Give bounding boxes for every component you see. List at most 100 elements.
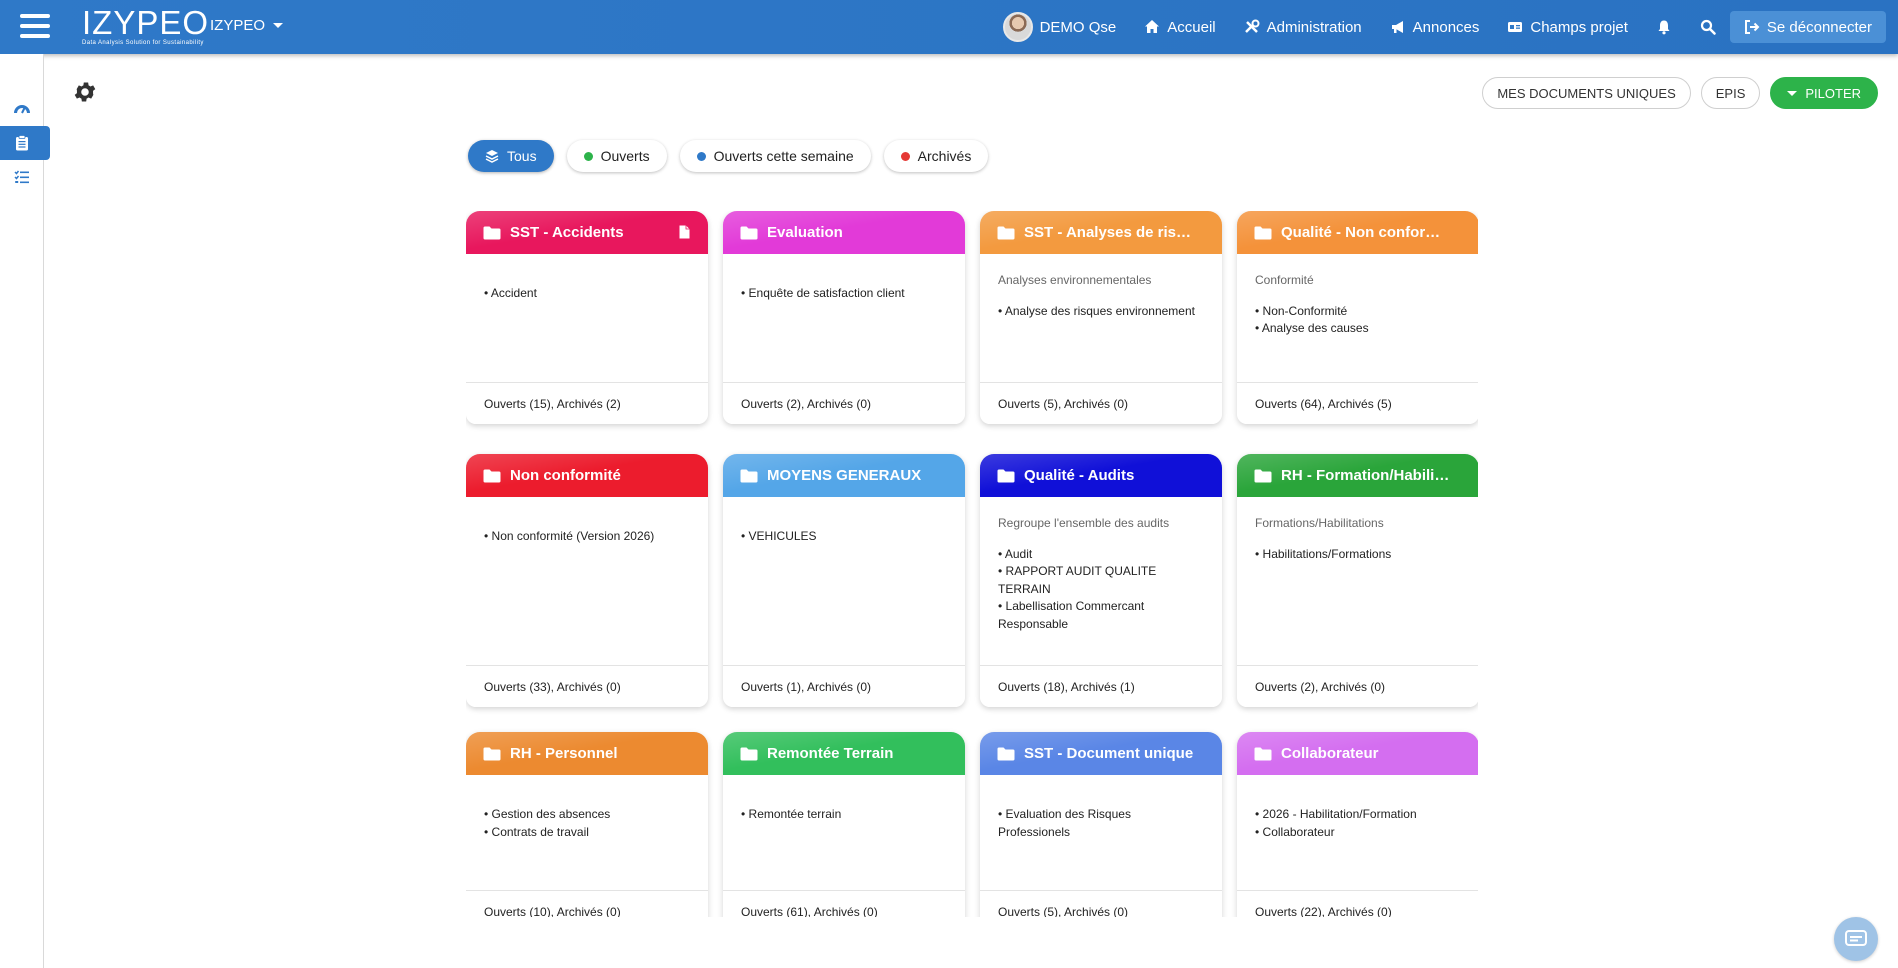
project-card-header[interactable]: RH - Personnel — [466, 732, 708, 775]
folder-icon — [1254, 747, 1272, 760]
form-item[interactable]: • Collaborateur — [1255, 824, 1461, 842]
piloter-label: PILOTER — [1805, 85, 1861, 101]
piloter-button[interactable]: PILOTER — [1770, 77, 1878, 109]
project-card[interactable]: Qualité - Non conformité Conformité • Non-… — [1237, 211, 1478, 424]
project-card-title: Qualité - Audits — [1024, 467, 1135, 484]
project-card[interactable]: Remontée Terrain • Remontée terrain Ouvert… — [723, 732, 965, 917]
filter-archives[interactable]: Archivés — [883, 140, 989, 172]
project-card-footer: Ouverts (64), Archivés (5) — [1237, 382, 1478, 424]
filter-ouverts[interactable]: Ouverts — [566, 140, 667, 172]
nav-champs-projet[interactable]: Champs projet — [1493, 0, 1642, 54]
form-item[interactable]: • Gestion des absences — [484, 806, 690, 824]
mes-documents-uniques-button[interactable]: MES DOCUMENTS UNIQUES — [1482, 77, 1691, 109]
menu-toggle-icon[interactable] — [20, 14, 50, 38]
project-card-subtitle: Regroupe l'ensemble des audits — [998, 516, 1170, 530]
filter-ouverts-cette-semaine[interactable]: Ouverts cette semaine — [679, 140, 871, 172]
chat-button[interactable] — [1834, 917, 1878, 961]
project-card-header[interactable]: Remontée Terrain — [723, 732, 965, 775]
avatar — [1002, 12, 1033, 42]
folder-icon — [997, 226, 1015, 239]
layers-icon — [485, 150, 499, 163]
sidebar-item-tasks[interactable] — [0, 160, 50, 194]
project-card-footer: Ouverts (22), Archivés (0) — [1237, 890, 1478, 917]
caret-down-icon — [1787, 90, 1798, 96]
nav-champs-projet-label: Champs projet — [1530, 18, 1628, 36]
form-item[interactable]: • Labellisation Commercant Responsable — [998, 598, 1204, 633]
project-card-title: RH - Personnel — [510, 745, 618, 762]
form-item[interactable]: • Non conformité (Version 2026) — [484, 528, 690, 546]
status-filters: Tous Ouverts Ouverts cette semaine Archi… — [468, 140, 989, 172]
form-item[interactable]: • Accident — [484, 285, 690, 303]
form-item[interactable]: • Non-Conformité — [1255, 303, 1461, 321]
sidebar-item-dashboard[interactable] — [0, 92, 50, 126]
sidebar-item-projects[interactable] — [0, 126, 50, 160]
project-card-header[interactable]: SST - Accidents — [466, 211, 708, 254]
project-card-title: Evaluation — [767, 224, 843, 241]
form-item[interactable]: • VEHICULES — [741, 528, 947, 546]
project-card[interactable]: SST - Document unique • Evaluation des Ri… — [980, 732, 1222, 917]
project-card[interactable]: SST - Accidents • Accident Ouverts (15), A… — [466, 211, 708, 424]
project-card[interactable]: Evaluation • Enquête de satisfaction clie… — [723, 211, 965, 424]
project-card[interactable]: RH - Formation/Habilitations Formations/H… — [1237, 454, 1478, 707]
file-icon[interactable] — [679, 225, 690, 243]
project-card[interactable]: Qualité - Audits Regroupe l'ensemble des … — [980, 454, 1222, 707]
project-card-title: Qualité - Non conformité — [1281, 224, 1451, 241]
org-selector[interactable]: IZYPEO — [210, 17, 284, 34]
notifications-button[interactable] — [1642, 0, 1686, 54]
project-card[interactable]: Collaborateur • 2026 - Habilitation/Forma… — [1237, 732, 1478, 917]
nav-annonces[interactable]: Annonces — [1376, 0, 1494, 54]
folder-icon — [483, 226, 501, 239]
project-card-title: Collaborateur — [1281, 745, 1379, 762]
form-item[interactable]: • Contrats de travail — [484, 824, 690, 842]
project-card-header[interactable]: Non conformité — [466, 454, 708, 497]
nav-administration[interactable]: Administration — [1230, 0, 1376, 54]
project-card-body: • Non conformité (Version 2026) — [466, 497, 708, 546]
home-icon — [1145, 20, 1160, 33]
form-item[interactable]: • 2026 - Habilitation/Formation — [1255, 806, 1461, 824]
project-card-footer: Ouverts (1), Archivés (0) — [723, 665, 965, 707]
project-card[interactable]: RH - Personnel • Gestion des absences • Co… — [466, 732, 708, 917]
nav-accueil[interactable]: Accueil — [1130, 0, 1229, 54]
nav-accueil-label: Accueil — [1167, 18, 1216, 36]
logout-button[interactable]: Se déconnecter — [1729, 11, 1886, 43]
search-button[interactable] — [1686, 0, 1730, 54]
project-card-header[interactable]: Qualité - Audits — [980, 454, 1222, 497]
project-card[interactable]: MOYENS GENERAUX • VEHICULES Ouverts (1), A… — [723, 454, 965, 707]
project-card-footer: Ouverts (10), Archivés (0) — [466, 890, 708, 917]
left-sidebar — [0, 54, 50, 968]
project-card-header[interactable]: MOYENS GENERAUX — [723, 454, 965, 497]
project-card-footer: Ouverts (5), Archivés (0) — [980, 382, 1222, 424]
folder-icon — [740, 226, 758, 239]
form-item[interactable]: • Enquête de satisfaction client — [741, 285, 947, 303]
app-logo[interactable]: IZYPEO Data Analysis Solution for Sustai… — [82, 6, 208, 47]
project-card-header[interactable]: SST - Document unique — [980, 732, 1222, 775]
form-item[interactable]: • Remontée terrain — [741, 806, 947, 824]
project-card-header[interactable]: SST - Analyses de risques — [980, 211, 1222, 254]
project-card-header[interactable]: Qualité - Non conformité — [1237, 211, 1478, 254]
form-item[interactable]: • Analyse des causes — [1255, 320, 1461, 338]
filter-tous[interactable]: Tous — [468, 140, 554, 172]
project-card-title: RH - Formation/Habilitations — [1281, 467, 1451, 484]
project-card[interactable]: SST - Analyses de risques Analyses enviro… — [980, 211, 1222, 424]
project-card-header[interactable]: RH - Formation/Habilitations — [1237, 454, 1478, 497]
epis-button[interactable]: EPIS — [1700, 77, 1761, 109]
project-card-subtitle: Formations/Habilitations — [1255, 516, 1384, 530]
project-card-body: Regroupe l'ensemble des audits • Audit • R… — [980, 497, 1222, 633]
form-item[interactable]: • Evaluation des Risques Professionels — [998, 806, 1204, 841]
project-card-header[interactable]: Evaluation — [723, 211, 965, 254]
project-card-header[interactable]: Collaborateur — [1237, 732, 1478, 775]
project-card-footer: Ouverts (15), Archivés (2) — [466, 382, 708, 424]
project-card-footer: Ouverts (2), Archivés (0) — [723, 382, 965, 424]
form-item[interactable]: • Analyse des risques environnement — [998, 303, 1204, 321]
nav-administration-label: Administration — [1266, 18, 1362, 36]
project-card-footer: Ouverts (33), Archivés (0) — [466, 665, 708, 707]
form-item[interactable]: • Audit — [998, 546, 1204, 564]
form-item[interactable]: • RAPPORT AUDIT QUALITE TERRAIN — [998, 563, 1204, 598]
bell-icon — [1658, 20, 1670, 35]
form-item[interactable]: • Habilitations/Formations — [1255, 546, 1461, 564]
user-profile[interactable]: DEMO Qse — [989, 0, 1131, 54]
gear-icon[interactable] — [72, 79, 98, 105]
project-card-title: Remontée Terrain — [767, 745, 894, 762]
project-card[interactable]: Non conformité • Non conformité (Version … — [466, 454, 708, 707]
project-card-footer: Ouverts (2), Archivés (0) — [1237, 665, 1478, 707]
